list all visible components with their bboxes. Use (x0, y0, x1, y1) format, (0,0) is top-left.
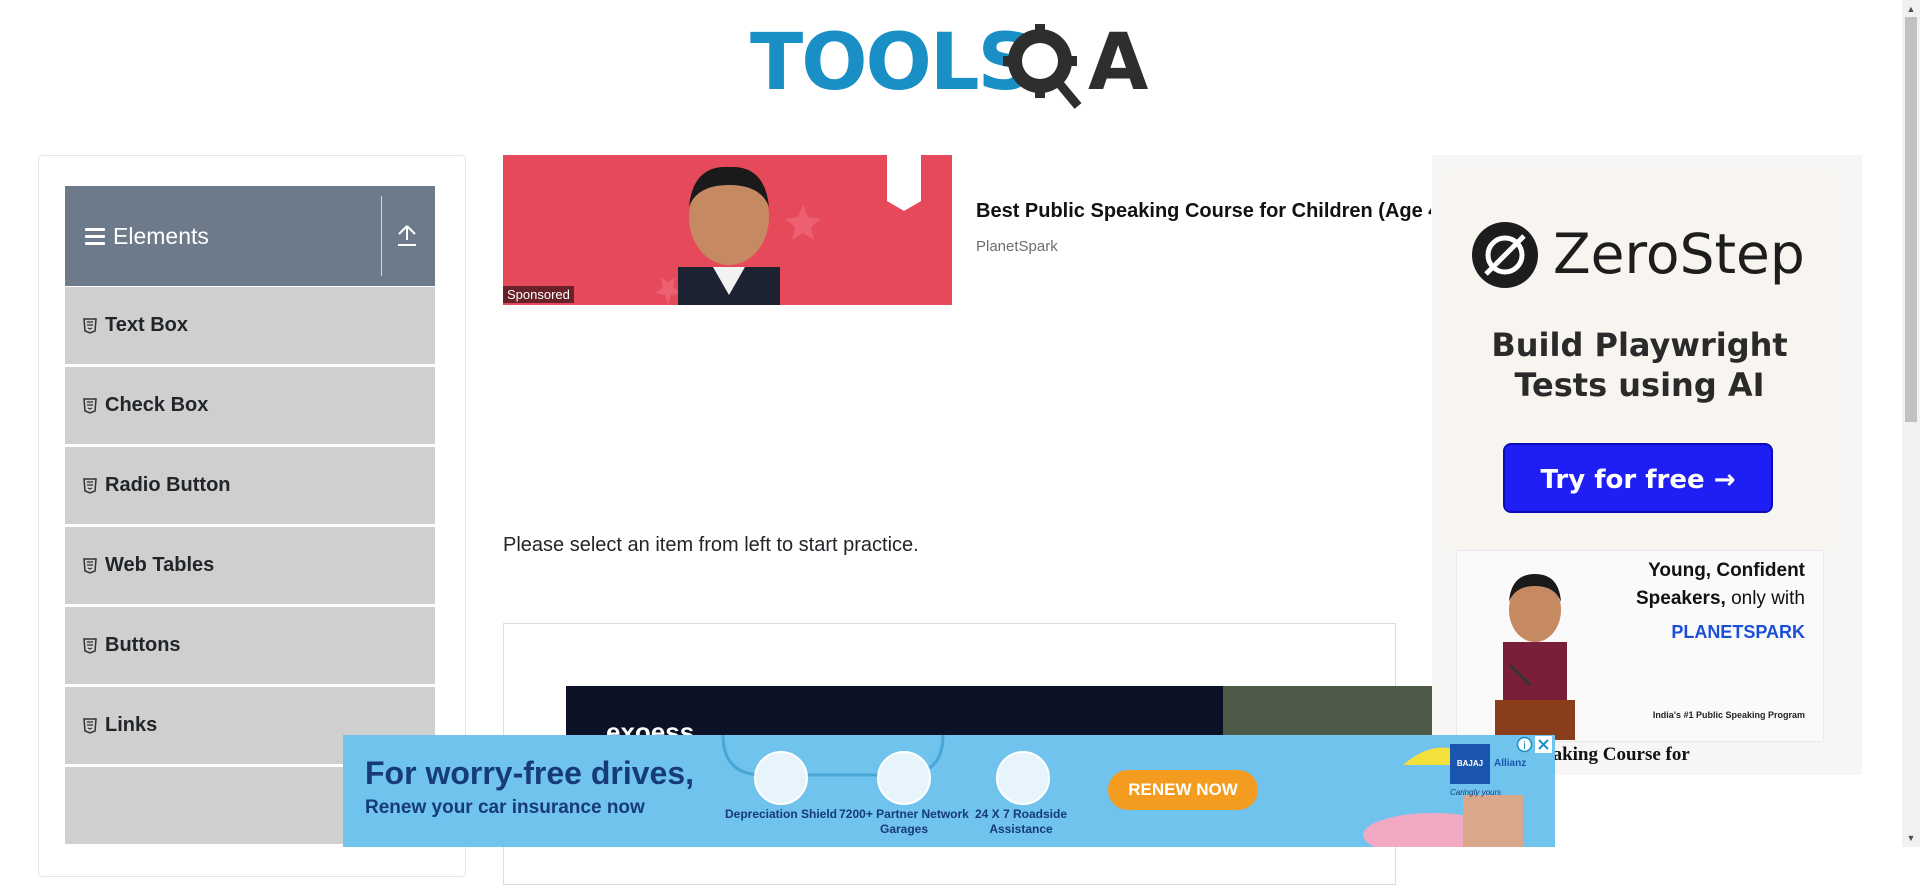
zerostep-logo-icon (1472, 222, 1538, 288)
scroll-up-icon[interactable]: ▲ (1905, 3, 1917, 15)
html5-icon (83, 717, 97, 734)
ps-headline-line-2: Speakers, only with (1560, 588, 1805, 610)
roadside-icon (996, 751, 1050, 805)
sidebar-item-label: Buttons (105, 634, 181, 656)
renew-now-button[interactable]: RENEW NOW (1108, 770, 1258, 810)
shield-icon (754, 751, 808, 805)
close-icon[interactable] (1535, 736, 1552, 753)
scroll-down-icon[interactable]: ▼ (1905, 832, 1917, 844)
zerostep-brand: ZeroStep (1553, 222, 1805, 286)
ps-brand: PLANETSPARK (1671, 622, 1805, 642)
brand-suffix: Allianz (1494, 758, 1527, 769)
ad-source: PlanetSpark (976, 238, 1058, 255)
sidebar-item-check-box[interactable]: Check Box (65, 367, 435, 446)
html5-icon (83, 397, 97, 414)
sidebar-item-text-box[interactable]: Text Box (65, 287, 435, 366)
sidebar-item-buttons[interactable]: Buttons (65, 607, 435, 686)
sidebar-item-label: Web Tables (105, 554, 215, 576)
try-free-button[interactable]: Try for free → (1503, 443, 1773, 513)
bottom-ad-headline: For worry-free drives, (365, 755, 694, 791)
sponsored-label: Sponsored (503, 286, 574, 303)
sidebar-item-label: Radio Button (105, 474, 231, 496)
scrollbar-thumb[interactable] (1905, 17, 1917, 422)
sidebar-item-label: Links (105, 714, 158, 736)
sidebar-item-radio-button[interactable]: Radio Button (65, 447, 435, 526)
ad-title-link[interactable]: Best Public Speaking Course for Children… (976, 200, 1431, 223)
ps-headline-line-1: Young, Confident (1648, 560, 1805, 581)
logo-text-a: A (1088, 18, 1148, 108)
html5-icon (83, 557, 97, 574)
html5-icon (83, 637, 97, 654)
html5-icon (83, 317, 97, 334)
headline-line-2: Tests using AI (1514, 366, 1765, 404)
elements-group-header[interactable]: Elements (65, 186, 435, 286)
sidebar-item-label: Text Box (105, 314, 188, 336)
speaker-photo (1495, 574, 1575, 740)
site-logo[interactable]: TOOLS A (750, 18, 1152, 113)
collapse-arrow-icon[interactable] (395, 222, 419, 250)
group-title: Elements (113, 223, 209, 249)
garage-icon (877, 751, 931, 805)
feature-roadside: 24 X 7 Roadside Assistance (974, 807, 1068, 836)
info-icon[interactable]: i (1516, 736, 1533, 753)
bottom-ad-subline: Renew your car insurance now (365, 797, 645, 818)
ps-rest-text: only with (1725, 588, 1805, 609)
zerostep-headline: Build Playwright Tests using AI (1453, 325, 1826, 405)
bajaj-allianz-logo: BAJAJ Allianz Caringly yours (1450, 744, 1530, 804)
practice-instruction: Please select an item from left to start… (503, 534, 919, 556)
sidebar-item-web-tables[interactable]: Web Tables (65, 527, 435, 606)
sidebar-item-label: Check Box (105, 394, 209, 416)
brand-mark: BAJAJ (1450, 744, 1490, 784)
ps-bold-text: Speakers, (1636, 588, 1726, 609)
feature-depreciation: Depreciation Shield (724, 807, 838, 821)
brand-tagline: Caringly yours (1450, 788, 1502, 797)
headline-line-1: Build Playwright (1491, 326, 1788, 364)
html5-icon (83, 477, 97, 494)
header-divider (381, 196, 382, 276)
sponsored-ad-image[interactable] (503, 155, 952, 305)
ps-tagline: India's #1 Public Speaking Program (1652, 710, 1805, 720)
logo-text-tools: TOOLS (750, 18, 1032, 108)
svg-text:i: i (1523, 740, 1525, 752)
hamburger-icon (85, 227, 105, 245)
